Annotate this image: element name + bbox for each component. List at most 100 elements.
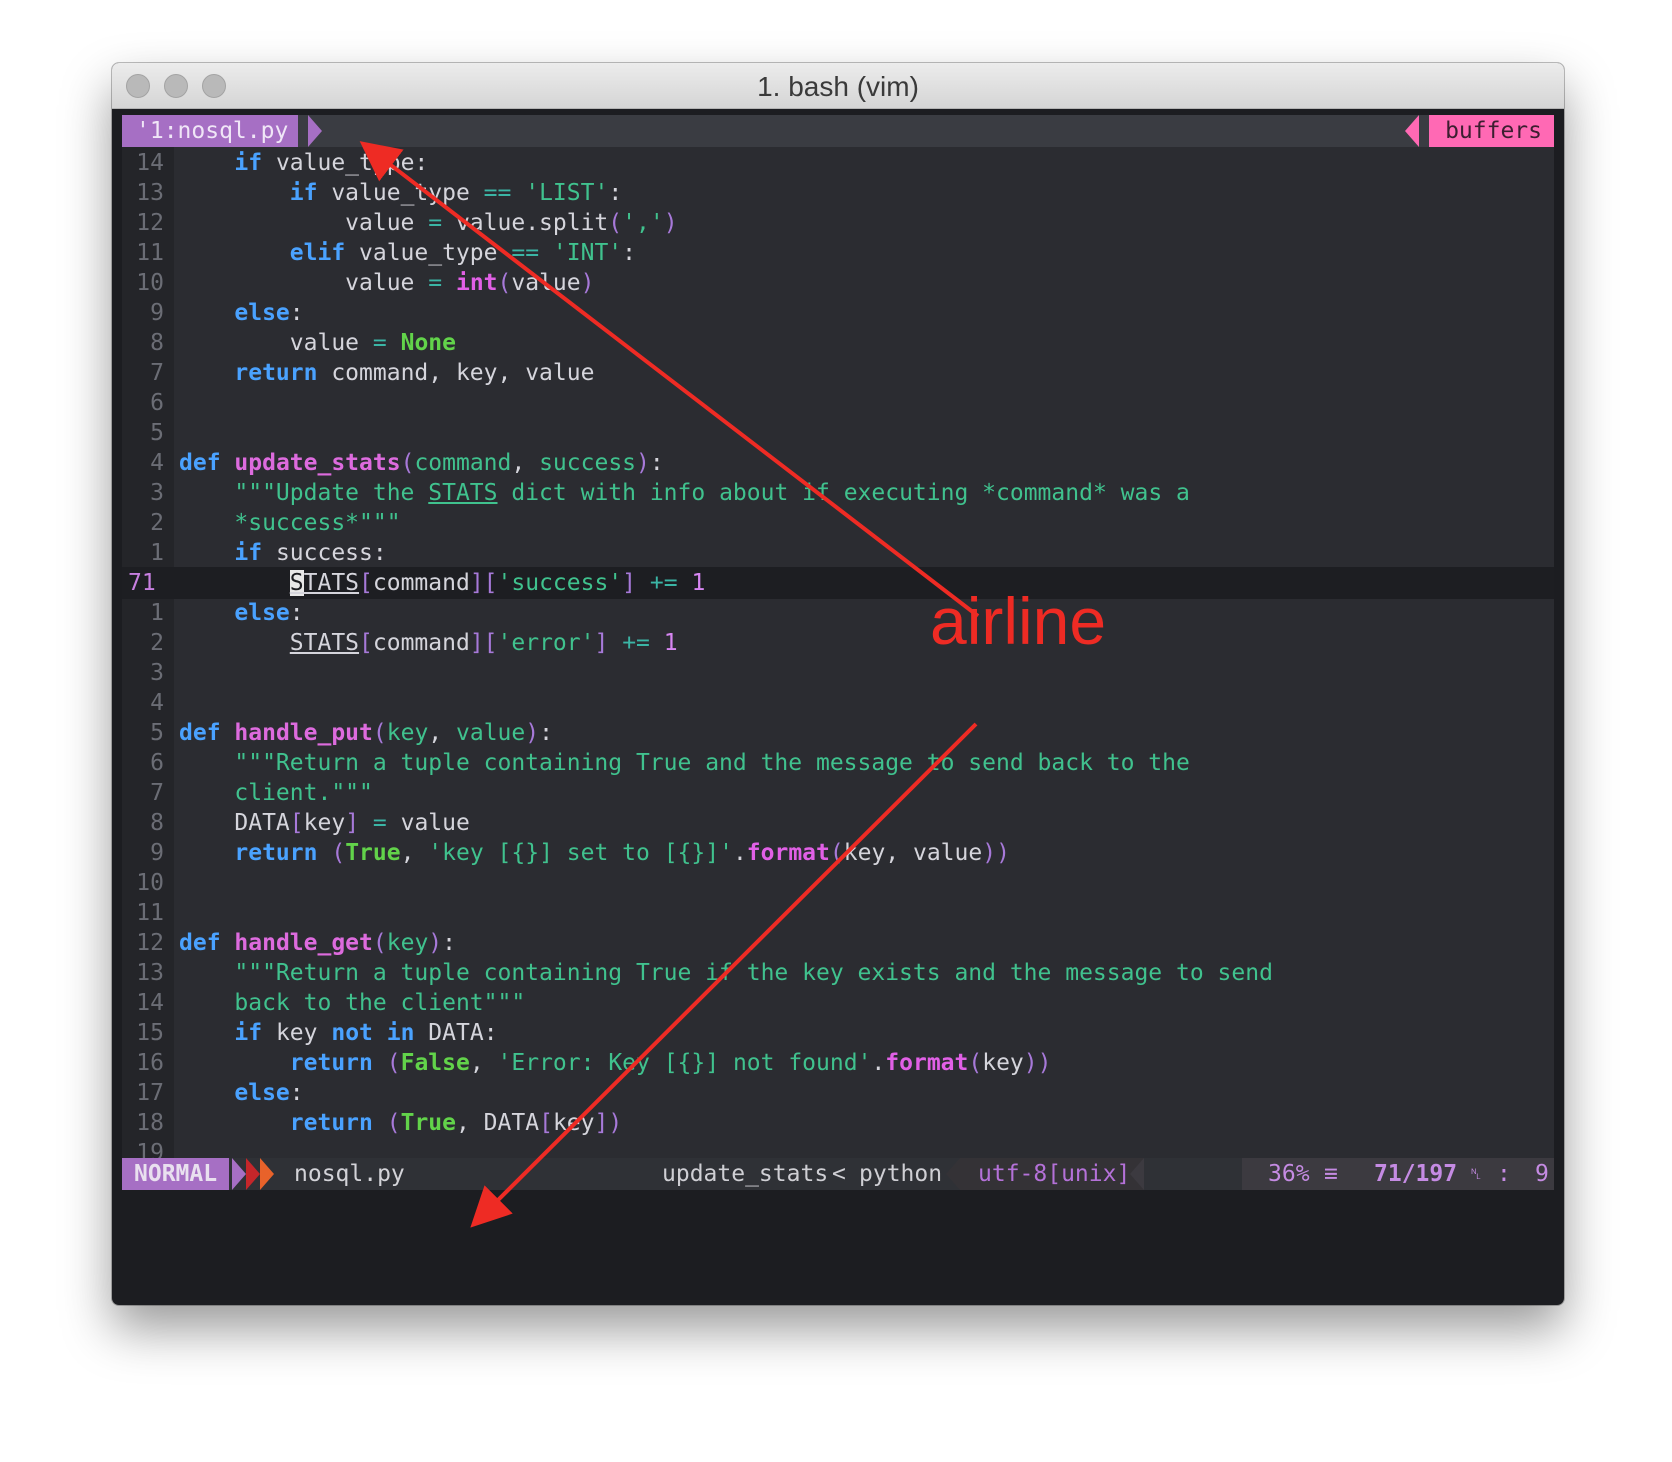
line-number: 9	[150, 300, 164, 326]
code-line[interactable]: 10	[122, 867, 1554, 899]
powerline-separator-icon	[246, 1158, 260, 1190]
filename: nosql.py	[294, 1161, 405, 1187]
code-line[interactable]: 9 return (True, 'key [{}] set to [{}]'.f…	[122, 837, 1554, 869]
code-line[interactable]: 14 back to the client"""	[122, 987, 1554, 1019]
airline-statusline: NORMAL nosql.py update_stats < python ut…	[122, 1158, 1554, 1190]
chevron-left-icon: <	[832, 1161, 846, 1187]
code-text: value = None	[179, 330, 456, 356]
code-text: STATS[command]['error'] += 1	[289, 630, 678, 656]
line-number: 9	[150, 840, 164, 866]
code-text: back to the client"""	[234, 990, 526, 1016]
code-line[interactable]: 5 def handle_put(key, value):	[122, 717, 1554, 749]
code-line[interactable]: 8 DATA[key] = value	[122, 807, 1554, 839]
code-line[interactable]: 11	[122, 897, 1554, 929]
code-text: else:	[234, 300, 304, 326]
code-line[interactable]: 19	[122, 1137, 1554, 1158]
cursor-line: 71/197	[1374, 1161, 1458, 1187]
code-line[interactable]: 8 value = None	[122, 327, 1554, 359]
code-text: client."""	[234, 780, 373, 806]
code-line[interactable]: 10 value = int(value)	[122, 267, 1554, 299]
line-number: 14	[136, 990, 164, 1016]
code-line[interactable]: 7 return command, key, value	[122, 357, 1554, 389]
line-number: 8	[150, 330, 164, 356]
code-line[interactable]: 4	[122, 687, 1554, 719]
code-line[interactable]: 6 """Return a tuple containing True and …	[122, 747, 1554, 779]
code-text: def handle_put(key, value):	[179, 720, 553, 746]
code-line[interactable]: 5	[122, 417, 1554, 449]
lines-icon: ≡	[1324, 1161, 1338, 1187]
code-line[interactable]: 14 if value_type:	[122, 147, 1554, 179]
line-number: 6	[150, 390, 164, 416]
code-line[interactable]: 13 """Return a tuple containing True if …	[122, 957, 1554, 989]
code-line[interactable]: 15 if key not in DATA:	[122, 1017, 1554, 1049]
code-line[interactable]: 13 if value_type == 'LIST':	[122, 177, 1554, 209]
line-number: 16	[136, 1050, 164, 1076]
line-number: 7	[150, 780, 164, 806]
terminal-window: 1. bash (vim) '1:nosql.py buffers 14 if …	[112, 63, 1564, 1305]
line-number: 2	[150, 510, 164, 536]
code-line[interactable]: 2 STATS[command]['error'] += 1	[122, 627, 1554, 659]
line-number: 11	[136, 240, 164, 266]
buffers-label[interactable]: buffers	[1429, 115, 1554, 147]
code-line[interactable]: 1 else:	[122, 597, 1554, 629]
line-number: 11	[136, 900, 164, 926]
line-number: 1	[150, 540, 164, 566]
line-number: 12	[136, 210, 164, 236]
line-number: 7	[150, 360, 164, 386]
code-line[interactable]: 17 else:	[122, 1077, 1554, 1109]
code-text: return (False, 'Error: Key [{}] not foun…	[289, 1050, 1052, 1076]
code-text: def update_stats(command, success):	[179, 450, 664, 476]
current-function: update_stats	[662, 1161, 829, 1187]
code-line[interactable]: 3	[122, 657, 1554, 689]
line-number: 71	[128, 570, 156, 596]
code-line[interactable]: 6	[122, 387, 1554, 419]
line-number: 18	[136, 1110, 164, 1136]
code-text: if value_type:	[234, 150, 429, 176]
powerline-separator-icon	[1405, 115, 1419, 147]
line-number: 17	[136, 1080, 164, 1106]
title-bar: 1. bash (vim)	[112, 63, 1564, 109]
line-number: 13	[136, 960, 164, 986]
code-editor[interactable]: 14 if value_type: 13 if value_type == 'LI…	[122, 147, 1554, 1158]
code-line[interactable]: 7 client."""	[122, 777, 1554, 809]
cursor-column: 9	[1535, 1161, 1549, 1187]
current-code-line[interactable]: 71 STATS[command]['success'] += 1	[122, 567, 1554, 599]
line-number: 8	[150, 810, 164, 836]
line-number: 5	[150, 420, 164, 446]
line-number: 15	[136, 1020, 164, 1046]
code-text: """Return a tuple containing True if the…	[234, 960, 1273, 986]
code-text: *success*"""	[234, 510, 401, 536]
line-number: 1	[150, 600, 164, 626]
powerline-separator-icon	[1130, 1158, 1144, 1190]
airline-tabline: '1:nosql.py buffers	[122, 115, 1554, 147]
code-line[interactable]: 11 elif value_type == 'INT':	[122, 237, 1554, 269]
code-text: else:	[234, 600, 304, 626]
line-number: 3	[150, 660, 164, 686]
line-number: 19	[136, 1140, 164, 1158]
mode-indicator: NORMAL	[122, 1158, 230, 1190]
line-number: 2	[150, 630, 164, 656]
line-number: 3	[150, 480, 164, 506]
code-text: return command, key, value	[234, 360, 595, 386]
code-text: if success:	[234, 540, 387, 566]
code-text: elif value_type == 'INT':	[289, 240, 637, 266]
code-line[interactable]: 9 else:	[122, 297, 1554, 329]
code-text: """Return a tuple containing True and th…	[234, 750, 1190, 776]
code-text: return (True, 'key [{}] set to [{}]'.for…	[234, 840, 1010, 866]
window-title: 1. bash (vim)	[757, 71, 919, 102]
code-line[interactable]: 2 *success*"""	[122, 507, 1554, 539]
code-line[interactable]: 16 return (False, 'Error: Key [{}] not f…	[122, 1047, 1554, 1079]
powerline-separator-icon	[260, 1158, 274, 1190]
code-line[interactable]: 12 value = value.split(',')	[122, 207, 1554, 239]
code-text: STATS[command]['success'] += 1	[289, 570, 706, 596]
code-text: def handle_get(key):	[179, 930, 457, 956]
powerline-separator-icon	[946, 1158, 960, 1190]
code-line[interactable]: 1 if success:	[122, 537, 1554, 569]
tab-nosql-py[interactable]: '1:nosql.py	[122, 115, 299, 147]
filetype: python	[859, 1161, 943, 1187]
code-line[interactable]: 12 def handle_get(key):	[122, 927, 1554, 959]
code-line[interactable]: 4 def update_stats(command, success):	[122, 447, 1554, 479]
code-line[interactable]: 18 return (True, DATA[key])	[122, 1107, 1554, 1139]
code-line[interactable]: 3 """Update the STATS dict with info abo…	[122, 477, 1554, 509]
code-text: else:	[234, 1080, 304, 1106]
